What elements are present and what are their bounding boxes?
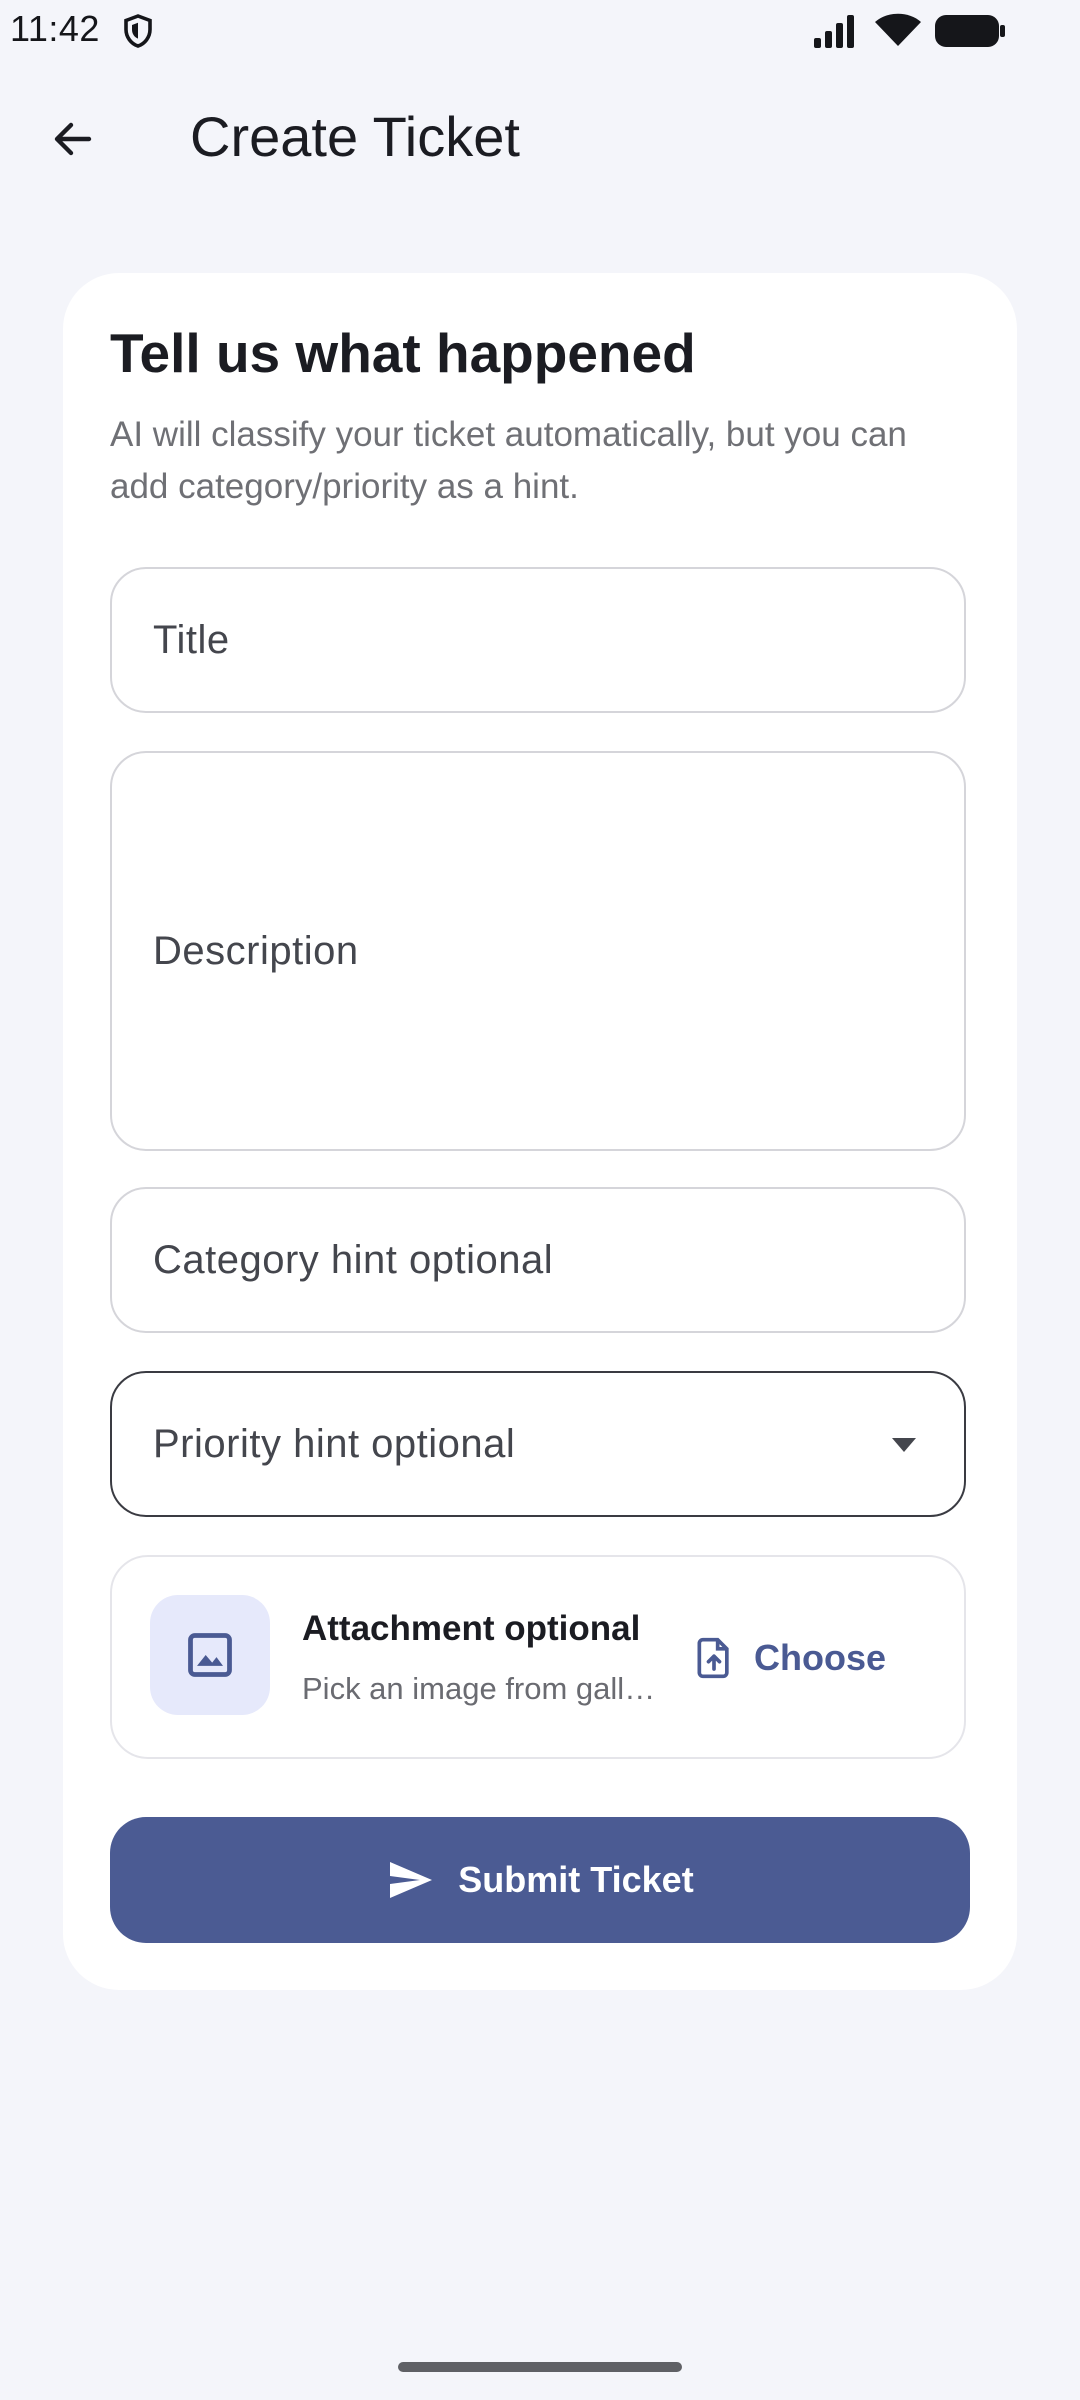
cellular-signal-icon: [814, 15, 854, 48]
wifi-icon: [875, 13, 921, 46]
attachment-thumbnail: [150, 1595, 270, 1715]
send-icon: [390, 1862, 433, 1898]
attachment-box: Attachment optional Pick an image from g…: [110, 1555, 966, 1759]
battery-icon: [935, 15, 1005, 47]
priority-hint-label: Priority hint optional: [153, 1421, 516, 1466]
choose-label: Choose: [754, 1637, 887, 1678]
card-heading: Tell us what happened: [110, 322, 696, 384]
card-subtitle: AI will classify your ticket automatical…: [110, 415, 907, 506]
submit-ticket-button[interactable]: Submit Ticket: [110, 1817, 970, 1943]
shield-icon: [124, 14, 152, 48]
title-field[interactable]: Title: [110, 567, 966, 713]
page-title: Create Ticket: [190, 105, 520, 168]
submit-label: Submit Ticket: [458, 1859, 694, 1900]
description-field-label: Description: [153, 928, 359, 973]
category-hint-field[interactable]: Category hint optional: [110, 1187, 966, 1333]
file-upload-icon: [697, 1637, 729, 1679]
attachment-title: Attachment optional: [302, 1609, 641, 1648]
status-time: 11:42: [10, 8, 100, 49]
home-indicator[interactable]: [398, 2362, 682, 2372]
priority-hint-dropdown[interactable]: Priority hint optional: [110, 1371, 966, 1517]
app-bar: Create Ticket: [0, 62, 1080, 212]
attachment-subtitle: Pick an image from gallery: [302, 1671, 662, 1706]
caret-down-icon: [892, 1438, 916, 1452]
choose-attachment-button[interactable]: Choose: [692, 1623, 886, 1693]
title-field-label: Title: [153, 617, 230, 662]
back-button[interactable]: [36, 102, 110, 176]
arrow-left-icon: [54, 122, 92, 156]
description-field[interactable]: Description: [110, 751, 966, 1151]
category-hint-label: Category hint optional: [153, 1237, 554, 1282]
ticket-form-card: Tell us what happened AI will classify y…: [63, 273, 1017, 1990]
status-bar: 11:42: [0, 0, 1080, 62]
image-icon: [188, 1633, 232, 1677]
